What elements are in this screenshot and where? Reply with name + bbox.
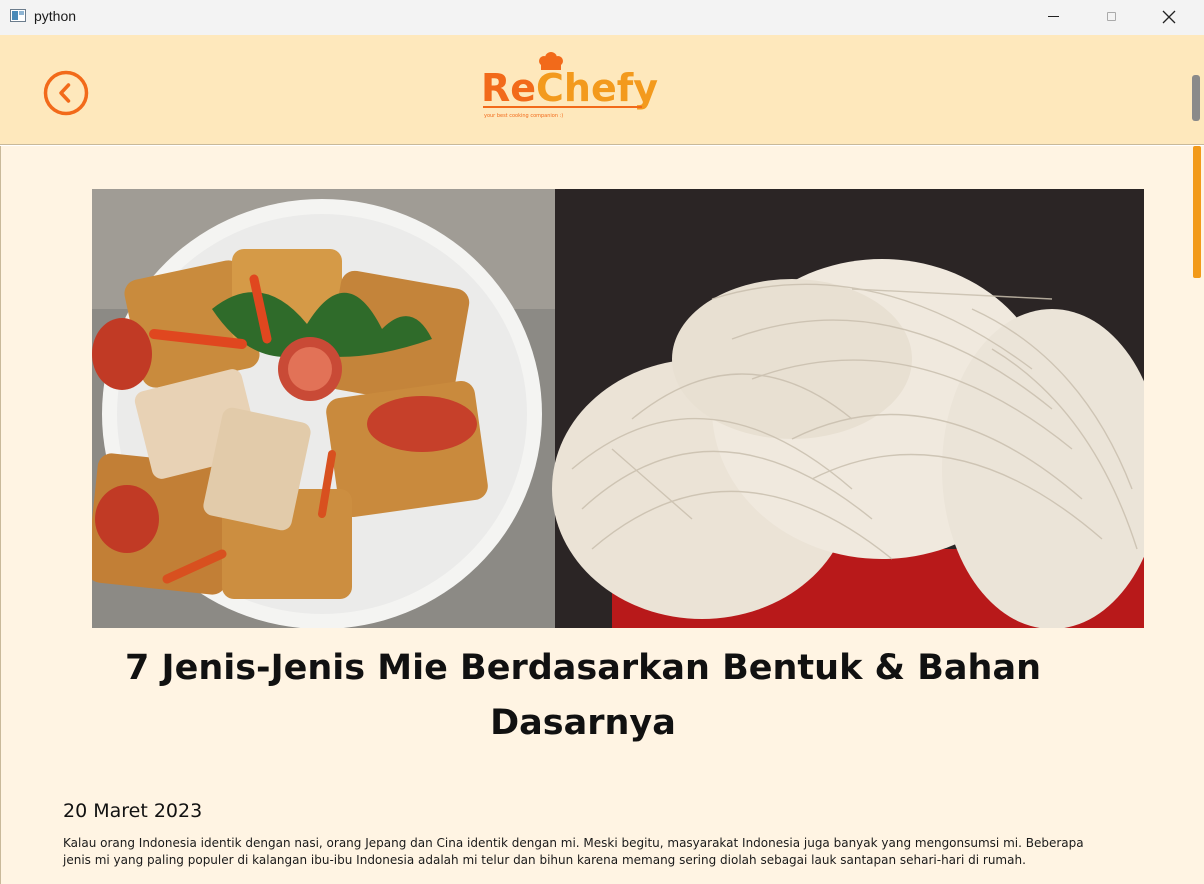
- python-app-icon: [10, 9, 26, 22]
- article-date: 20 Maret 2023: [63, 800, 203, 822]
- logo-text-re: Re: [481, 66, 536, 110]
- close-button[interactable]: [1140, 0, 1198, 33]
- article-content: 7 Jenis-Jenis Mie Berdasarkan Bentuk & B…: [0, 146, 1204, 884]
- header-scrollbar[interactable]: [1192, 75, 1200, 121]
- window-titlebar: python: [0, 0, 1204, 35]
- app-header: Re Chefy your best cooking companion :): [0, 35, 1204, 145]
- maximize-button[interactable]: [1082, 0, 1140, 33]
- back-button[interactable]: [42, 69, 90, 117]
- minimize-button[interactable]: [1024, 0, 1082, 33]
- window-title: python: [34, 8, 77, 24]
- minimize-icon: [1047, 16, 1059, 17]
- article-title: 7 Jenis-Jenis Mie Berdasarkan Bentuk & B…: [125, 648, 1041, 743]
- article-hero-image: [92, 189, 1144, 628]
- article-body: Kalau orang Indonesia identik dengan nas…: [63, 836, 1084, 867]
- close-icon: [1162, 10, 1176, 23]
- maximize-icon: [1106, 12, 1116, 21]
- content-scrollbar-thumb[interactable]: [1193, 146, 1201, 278]
- rechefy-logo: Re Chefy your best cooking companion :): [480, 51, 680, 123]
- logo-tagline: your best cooking companion :): [484, 113, 563, 119]
- logo-text-chefy: Chefy: [536, 66, 658, 110]
- back-arrow-circle-icon: [43, 70, 89, 116]
